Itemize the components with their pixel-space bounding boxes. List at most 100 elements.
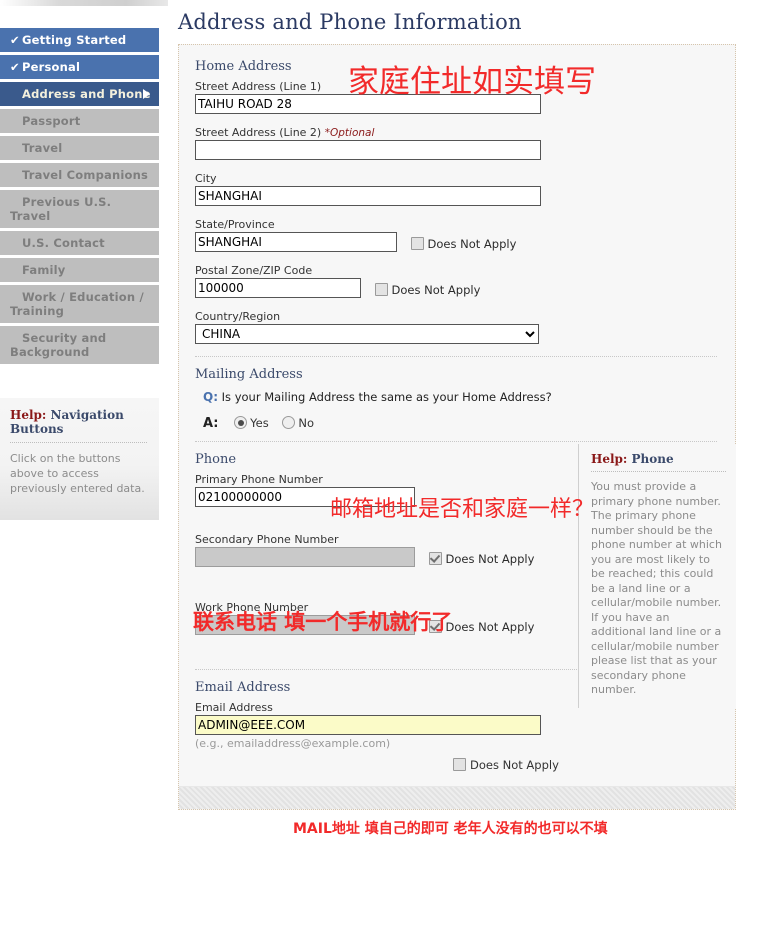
mailing-address-answer: A: Yes No: [203, 416, 735, 431]
country-region-label: Country/Region: [195, 310, 281, 323]
work-phone-does-not-apply-checkbox[interactable]: Does Not Apply: [428, 620, 535, 634]
home-address-heading: Home Address: [195, 59, 292, 74]
sidebar-item-previous-us-travel[interactable]: Previous U.S. Travel: [0, 190, 159, 228]
street-address-line2-label: Street Address (Line 2) *Optional: [195, 126, 735, 139]
chevron-right-icon: [143, 89, 150, 99]
country-region-field: Country/Region CHINA: [195, 310, 735, 344]
street-address-line2-input[interactable]: [195, 140, 541, 160]
help-phone-panel: Help: Phone You must provide a primary p…: [578, 444, 736, 708]
postal-does-not-apply-checkbox[interactable]: Does Not Apply: [374, 283, 481, 297]
state-does-not-apply-label: Does Not Apply: [427, 237, 517, 251]
sidebar-item-label: Travel Companions: [22, 168, 149, 182]
page-title: Address and Phone Information: [178, 10, 522, 34]
postal-code-label: Postal Zone/ZIP Code: [195, 264, 313, 277]
help-navigation-panel: Help: Navigation Buttons Click on the bu…: [0, 398, 159, 520]
sidebar-item-work-education-training[interactable]: Work / Education / Training: [0, 285, 159, 323]
help-title-red: Help:: [591, 452, 628, 466]
sidebar-item-label: Family: [22, 263, 66, 277]
page-root: ✔ Getting Started ✔ Personal Address and P…: [0, 0, 762, 942]
help-navigation-title: Help: Navigation Buttons: [10, 408, 147, 436]
checkbox-icon[interactable]: [453, 758, 466, 771]
sidebar-item-getting-started[interactable]: ✔ Getting Started: [0, 28, 159, 52]
state-province-label: State/Province: [195, 218, 275, 231]
sidebar-item-label: U.S. Contact: [22, 236, 105, 250]
divider: [591, 471, 726, 472]
email-does-not-apply-label: Does Not Apply: [470, 758, 559, 772]
check-icon: ✔: [10, 60, 20, 74]
checkbox-icon[interactable]: [428, 620, 442, 633]
help-phone-body: You must provide a primary phone number.…: [591, 480, 722, 696]
form-footer-bar: [179, 786, 735, 809]
email-address-hint: (e.g., emailaddress@example.com): [195, 737, 391, 750]
primary-phone-input[interactable]: [195, 487, 415, 507]
radio-icon[interactable]: [234, 416, 248, 429]
sidebar-item-label: Passport: [22, 114, 81, 128]
mailing-address-question-text: Is your Mailing Address the same as your…: [221, 390, 552, 404]
work-phone-input[interactable]: [195, 615, 415, 635]
work-phone-does-not-apply-label: Does Not Apply: [445, 620, 535, 634]
email-address-input[interactable]: [195, 715, 541, 735]
divider: [10, 442, 147, 443]
secondary-phone-does-not-apply-label: Does Not Apply: [445, 552, 535, 566]
street-address-line1-label: Street Address (Line 1): [195, 80, 322, 93]
street-address-line1-input[interactable]: [195, 94, 541, 114]
country-region-select[interactable]: CHINA: [195, 324, 539, 344]
sidebar-item-label: Personal: [22, 60, 81, 74]
help-phone-title: Help: Phone: [591, 452, 726, 466]
mailing-same-yes-label: Yes: [250, 416, 269, 430]
email-address-field: Email Address (e.g., emailaddress@exampl…: [195, 701, 735, 750]
help-title-rest: Phone: [627, 452, 674, 466]
work-phone-label: Work Phone Number: [195, 601, 309, 614]
street-address-line1-field: Street Address (Line 1): [195, 80, 735, 114]
secondary-phone-field: Secondary Phone Number Does Not Apply: [195, 533, 565, 567]
sidebar-item-label: Getting Started: [22, 33, 127, 47]
secondary-phone-input[interactable]: [195, 547, 415, 567]
state-province-input[interactable]: [195, 232, 397, 252]
sidebar-item-us-contact[interactable]: U.S. Contact: [0, 231, 159, 255]
sidebar-item-travel-companions[interactable]: Travel Companions: [0, 163, 159, 187]
mailing-same-yes-radio[interactable]: Yes: [234, 416, 269, 430]
sidebar-nav: ✔ Getting Started ✔ Personal Address and P…: [0, 28, 159, 367]
help-navigation-body: Click on the buttons above to access pre…: [10, 452, 145, 495]
state-does-not-apply-checkbox[interactable]: Does Not Apply: [410, 237, 517, 251]
city-input[interactable]: [195, 186, 541, 206]
checkbox-icon[interactable]: [410, 237, 424, 250]
sidebar-item-label: Travel: [22, 141, 63, 155]
secondary-phone-label: Secondary Phone Number: [195, 533, 339, 546]
top-grey-stub: [0, 0, 168, 6]
email-does-not-apply-checkbox[interactable]: Does Not Apply: [453, 758, 735, 772]
primary-phone-field: Primary Phone Number: [195, 473, 565, 507]
divider: [195, 356, 717, 357]
sidebar-item-travel[interactable]: Travel: [0, 136, 159, 160]
optional-marker: *Optional: [324, 127, 375, 139]
phone-fields: Phone Primary Phone Number Secondary Pho…: [195, 452, 565, 635]
check-icon: ✔: [10, 33, 20, 47]
radio-icon[interactable]: [282, 416, 296, 429]
checkbox-icon[interactable]: [374, 283, 388, 296]
secondary-phone-does-not-apply-checkbox[interactable]: Does Not Apply: [428, 552, 535, 566]
postal-code-input[interactable]: [195, 278, 361, 298]
sidebar-item-label: Address and Phone: [22, 87, 151, 101]
sidebar-item-personal[interactable]: ✔ Personal: [0, 55, 159, 79]
street-address-line2-field: Street Address (Line 2) *Optional: [195, 126, 735, 160]
sidebar-item-label: Security and Background: [10, 331, 107, 359]
sidebar-item-address-and-phone[interactable]: Address and Phone: [0, 82, 159, 106]
sidebar-item-security-and-background[interactable]: Security and Background: [0, 326, 159, 364]
mailing-same-no-radio[interactable]: No: [282, 416, 314, 430]
annotation-email: MAIL地址 填自己的即可 老年人没有的也可以不填: [293, 821, 608, 837]
answer-marker: A:: [203, 416, 219, 431]
sidebar-item-label: Previous U.S. Travel: [10, 195, 112, 223]
divider: [195, 441, 717, 442]
sidebar-item-family[interactable]: Family: [0, 258, 159, 282]
mailing-address-heading: Mailing Address: [195, 367, 303, 382]
sidebar-item-passport[interactable]: Passport: [0, 109, 159, 133]
city-label: City: [195, 172, 217, 185]
postal-does-not-apply-label: Does Not Apply: [391, 283, 481, 297]
street-address-line2-label-text: Street Address (Line 2): [195, 126, 325, 139]
sidebar-item-label: Work / Education / Training: [10, 290, 144, 318]
email-address-label: Email Address: [195, 701, 273, 714]
checkbox-icon[interactable]: [428, 552, 442, 565]
phone-heading: Phone: [195, 452, 237, 467]
primary-phone-label: Primary Phone Number: [195, 473, 323, 486]
main-content: Address and Phone Information Home Addre…: [176, 0, 762, 810]
